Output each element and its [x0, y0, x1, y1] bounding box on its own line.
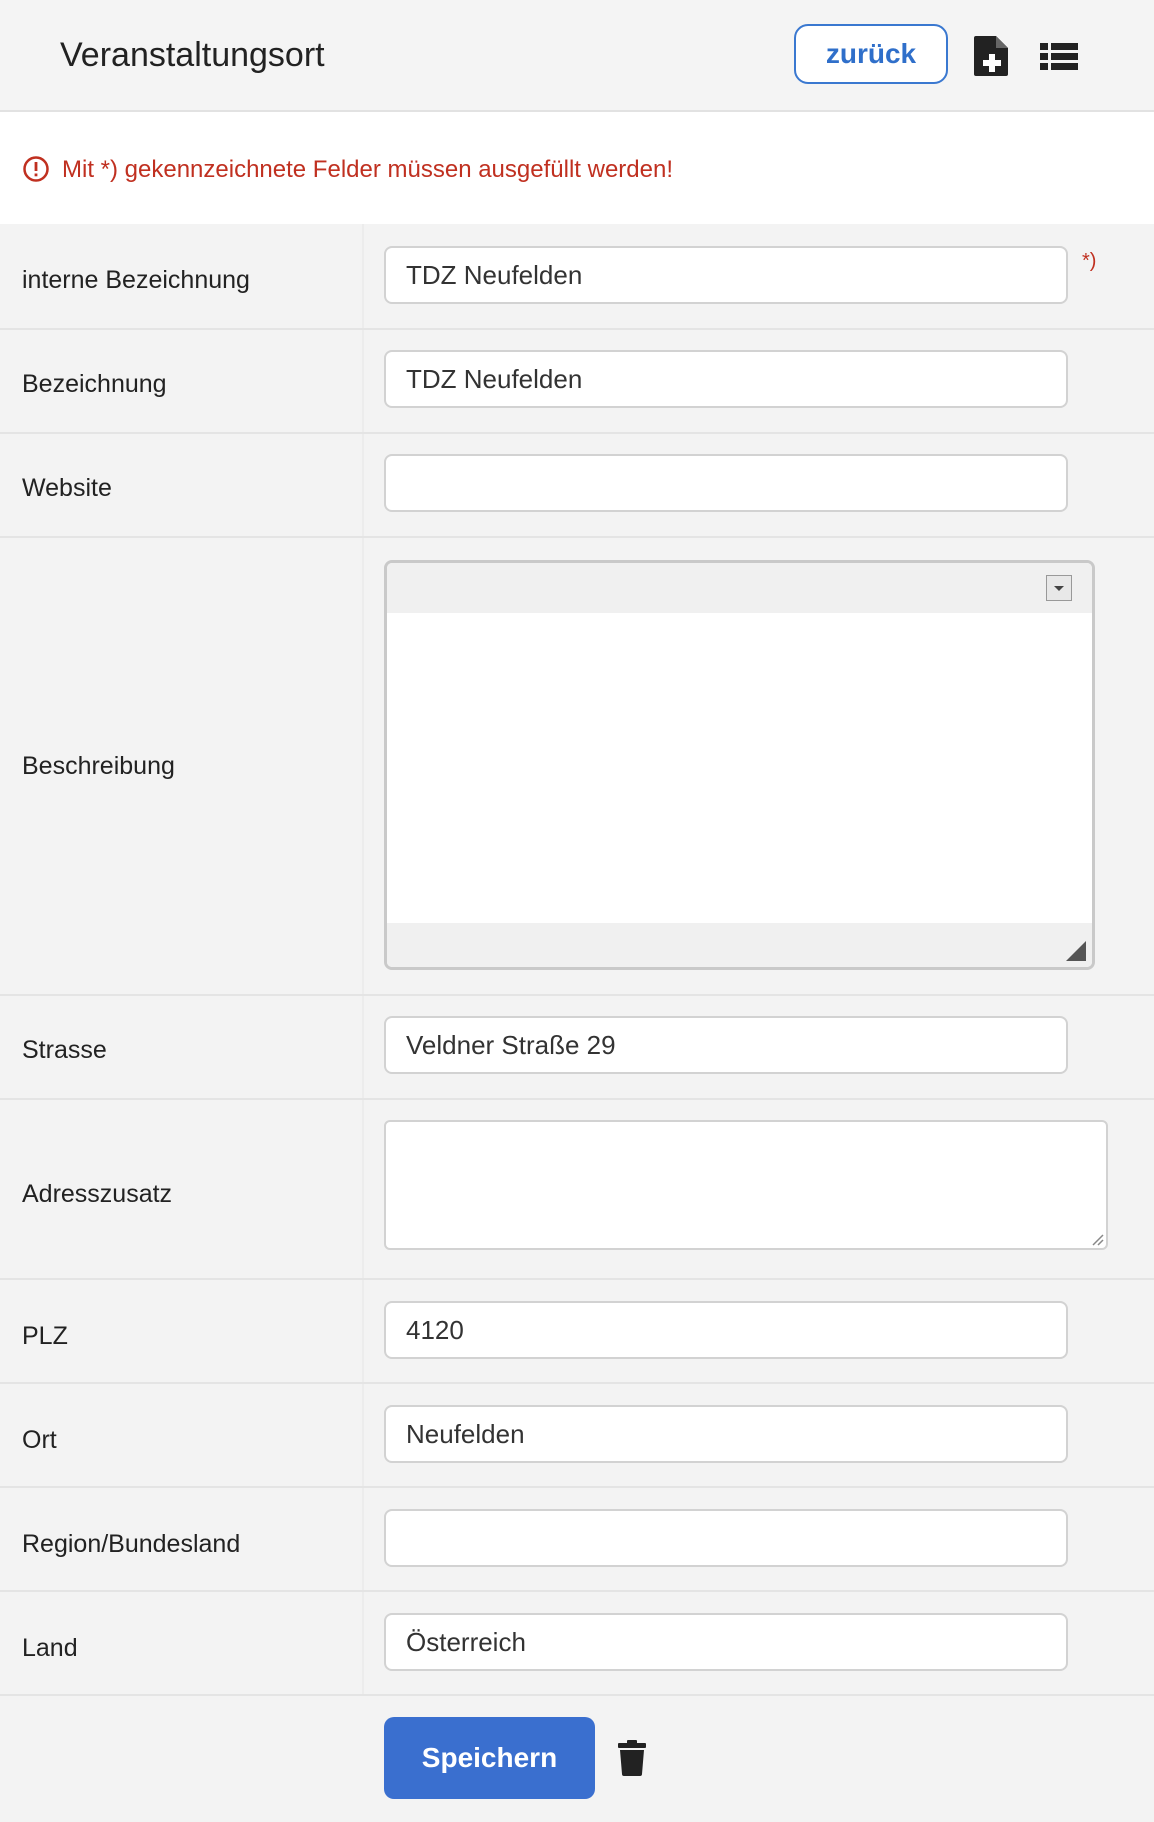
file-plus-icon[interactable] [972, 34, 1012, 78]
column-divider [362, 434, 364, 536]
column-divider [362, 1280, 364, 1382]
trash-icon[interactable] [617, 1740, 647, 1776]
adresszusatz-textarea[interactable] [384, 1120, 1108, 1250]
row-adresszusatz: Adresszusatz [0, 1100, 1154, 1280]
row-website: Website [0, 434, 1154, 538]
plz-input[interactable]: 4120 [384, 1301, 1068, 1359]
column-divider [362, 1384, 364, 1486]
column-divider [362, 224, 364, 328]
label-land: Land [22, 1634, 78, 1662]
row-interne-bezeichnung: interne Bezeichnung TDZ Neufelden *) [0, 224, 1154, 330]
row-beschreibung: Beschreibung [0, 538, 1154, 996]
bezeichnung-input[interactable]: TDZ Neufelden [384, 350, 1068, 408]
land-input[interactable]: Österreich [384, 1613, 1068, 1671]
label-region: Region/Bundesland [22, 1530, 241, 1558]
required-marker: *) [1082, 250, 1097, 272]
notice-text: Mit *) gekennzeichnete Felder müssen aus… [62, 156, 673, 183]
label-ort: Ort [22, 1426, 57, 1454]
strasse-input[interactable]: Veldner Straße 29 [384, 1016, 1068, 1074]
row-region: Region/Bundesland [0, 1488, 1154, 1592]
label-website: Website [22, 474, 112, 502]
column-divider [362, 1592, 364, 1694]
column-divider [362, 330, 364, 432]
row-strasse: Strasse Veldner Straße 29 [0, 996, 1154, 1100]
label-interne-bezeichnung: interne Bezeichnung [22, 266, 250, 294]
back-button[interactable]: zurück [794, 24, 948, 84]
toolbar-dropdown-button[interactable] [1046, 575, 1072, 601]
website-input[interactable] [384, 454, 1068, 512]
column-divider [362, 1100, 364, 1278]
label-bezeichnung: Bezeichnung [22, 370, 167, 398]
column-divider [362, 538, 364, 994]
column-divider [362, 1488, 364, 1590]
label-strasse: Strasse [22, 1036, 107, 1064]
label-plz: PLZ [22, 1322, 68, 1350]
interne-bezeichnung-input[interactable]: TDZ Neufelden [384, 246, 1068, 304]
row-ort: Ort Neufelden [0, 1384, 1154, 1488]
column-divider [362, 996, 364, 1098]
page-header: Veranstaltungsort zurück [0, 0, 1154, 112]
editor-statusbar [387, 923, 1092, 967]
page-title: Veranstaltungsort [60, 36, 325, 74]
region-input[interactable] [384, 1509, 1068, 1567]
venue-form-page: Veranstaltungsort zurück Mit *) gekennze… [0, 0, 1154, 1822]
alert-circle-icon [23, 156, 49, 182]
chevron-down-icon [1054, 586, 1064, 591]
label-beschreibung: Beschreibung [22, 752, 175, 780]
list-icon[interactable] [1040, 34, 1078, 78]
ort-input[interactable]: Neufelden [384, 1405, 1068, 1463]
row-bezeichnung: Bezeichnung TDZ Neufelden [0, 330, 1154, 434]
required-fields-notice: Mit *) gekennzeichnete Felder müssen aus… [0, 112, 1154, 224]
row-land: Land Österreich [0, 1592, 1154, 1696]
editor-toolbar [387, 563, 1092, 613]
beschreibung-editor[interactable] [384, 560, 1095, 970]
resize-handle-icon[interactable] [1066, 941, 1086, 961]
row-plz: PLZ 4120 [0, 1280, 1154, 1384]
save-button[interactable]: Speichern [384, 1717, 595, 1799]
label-adresszusatz: Adresszusatz [22, 1180, 173, 1208]
resize-grip-icon[interactable] [1090, 1232, 1104, 1246]
